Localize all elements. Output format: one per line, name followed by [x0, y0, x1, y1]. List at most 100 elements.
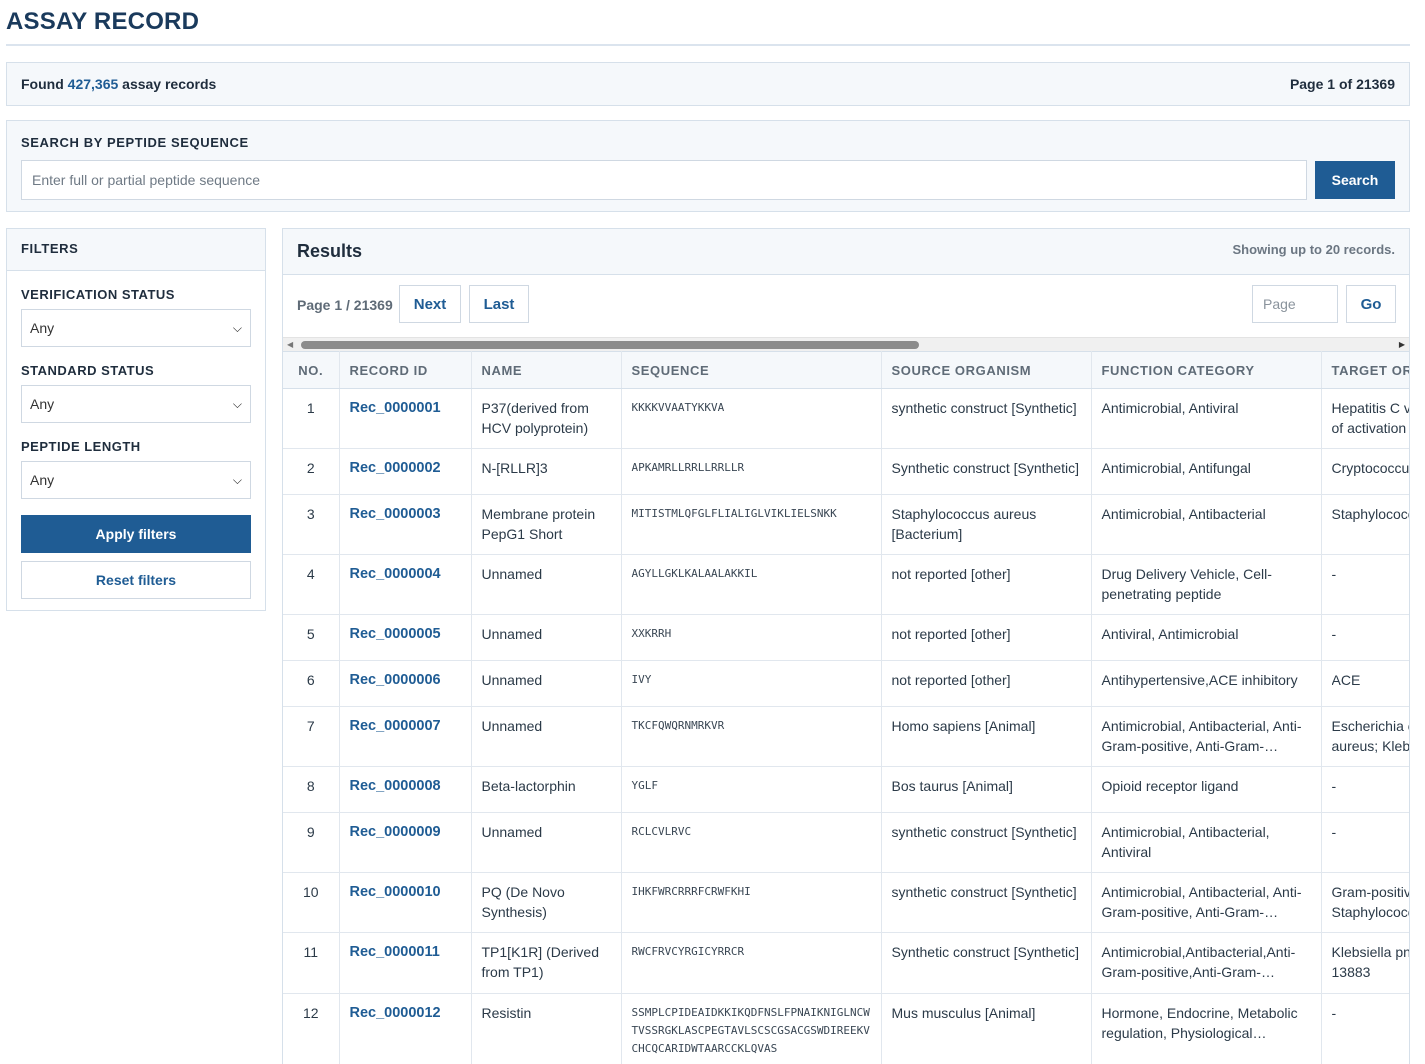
table-row[interactable]: 11 Rec_0000011 TP1[K1R] (Derived from TP1)… — [283, 932, 1410, 994]
cell-no: 6 — [283, 660, 340, 707]
cell-record-id[interactable]: Rec_0000010 — [339, 872, 472, 933]
cell-target: Gram-positiv Staphylococc — [1321, 872, 1410, 933]
column-header-target[interactable]: TARGET OR — [1321, 351, 1409, 389]
target-line: ACE — [1331, 672, 1361, 688]
cell-function-category: Hormone, Endocrine, Metabolic regulation… — [1091, 993, 1322, 1064]
cell-name: Membrane protein PepG1 Short — [471, 494, 622, 555]
column-header-name[interactable]: NAME — [471, 351, 622, 389]
target-line: Staphylococc — [1331, 506, 1410, 522]
results-title: Results — [297, 241, 363, 261]
filter-label: VERIFICATION STATUS — [21, 287, 175, 302]
cell-function-category: Antimicrobial, Antiviral — [1091, 388, 1322, 449]
cell-source-organism: Mus musculus [Animal] — [881, 993, 1092, 1064]
search-button[interactable]: Search — [1315, 161, 1395, 199]
cell-no: 3 — [283, 494, 340, 555]
filters-title: FILTERS — [7, 229, 265, 271]
cell-record-id[interactable]: Rec_0000003 — [339, 494, 472, 555]
peptide-length-select[interactable]: Any ⌵ — [21, 461, 251, 499]
cell-no: 5 — [283, 614, 340, 661]
target-line: Gram-positiv — [1331, 884, 1410, 900]
column-header-source-organism[interactable]: SOURCE ORGANISM — [881, 351, 1092, 389]
scroll-left-icon[interactable]: ◀ — [287, 340, 293, 349]
cell-function-category: Antimicrobial, Antibacterial, Anti-Gram-… — [1091, 706, 1322, 767]
cell-name: P37(derived from HCV polyprotein) — [471, 388, 622, 449]
target-line: aureus; Kleb — [1331, 737, 1410, 754]
cell-function-category: Drug Delivery Vehicle, Cell-penetrating … — [1091, 554, 1322, 615]
go-button[interactable]: Go — [1346, 285, 1396, 323]
cell-target: - — [1321, 614, 1409, 661]
table-row[interactable]: 6 Rec_0000006 Unnamed IVY not reported [othe… — [283, 660, 1409, 707]
table-row[interactable]: 1 Rec_0000001 P37(derived from HCV polypro… — [283, 388, 1409, 449]
cell-target: Hepatitis C v of activation — [1321, 388, 1409, 449]
scrollbar-thumb[interactable] — [301, 341, 919, 349]
table-row[interactable]: 3 Rec_0000003 Membrane protein PepG1 Short… — [283, 494, 1410, 555]
column-header-record-id[interactable]: RECORD ID — [339, 351, 472, 389]
cell-sequence: APKAMRLLRRLLRRLLR — [621, 448, 882, 495]
cell-target: Escherichia c aureus; Kleb — [1321, 706, 1410, 767]
search-label: SEARCH BY PEPTIDE SEQUENCE — [21, 135, 249, 150]
table-row[interactable]: 10 Rec_0000010 PQ (De Novo Synthesis) IHKFW… — [283, 872, 1410, 933]
table-row[interactable]: 9 Rec_0000009 Unnamed RCLCVLRVC synthetic co… — [283, 812, 1409, 873]
table-row[interactable]: 8 Rec_0000008 Beta-lactorphin YGLF Bos tauru… — [283, 766, 1409, 813]
filter-standard-status: STANDARD STATUS Any ⌵ — [7, 363, 265, 423]
cell-record-id[interactable]: Rec_0000011 — [339, 932, 472, 994]
results-note: Showing up to 20 records. — [1232, 242, 1395, 257]
cell-source-organism: Synthetic construct [Synthetic] — [881, 448, 1092, 495]
next-page-button[interactable]: Next — [399, 285, 461, 323]
column-header-sequence[interactable]: SEQUENCE — [621, 351, 882, 389]
apply-filters-button[interactable]: Apply filters — [21, 515, 251, 553]
found-suffix: assay records — [122, 76, 217, 92]
cell-record-id[interactable]: Rec_0000005 — [339, 614, 472, 661]
table-row[interactable]: 4 Rec_0000004 Unnamed AGYLLGKLKALAALAKKIL no… — [283, 554, 1409, 615]
target-line: - — [1331, 824, 1337, 840]
cell-record-id[interactable]: Rec_0000008 — [339, 766, 472, 813]
cell-record-id[interactable]: Rec_0000004 — [339, 554, 472, 615]
chevron-down-icon: ⌵ — [232, 320, 242, 335]
cell-name: Unnamed — [471, 554, 622, 615]
search-input[interactable] — [21, 160, 1307, 200]
search-panel: SEARCH BY PEPTIDE SEQUENCE Search — [6, 120, 1410, 212]
cell-name: Unnamed — [471, 660, 622, 707]
cell-no: 7 — [283, 706, 340, 767]
cell-record-id[interactable]: Rec_0000009 — [339, 812, 472, 873]
cell-name: Unnamed — [471, 812, 622, 873]
last-page-button[interactable]: Last — [469, 285, 529, 323]
cell-source-organism: Bos taurus [Animal] — [881, 766, 1092, 813]
cell-record-id[interactable]: Rec_0000007 — [339, 706, 472, 767]
standard-status-select[interactable]: Any ⌵ — [21, 385, 251, 423]
cell-record-id[interactable]: Rec_0000012 — [339, 993, 472, 1064]
table-row[interactable]: 5 Rec_0000005 Unnamed XXKRRH not reported [o… — [283, 614, 1409, 661]
table-row[interactable]: 12 Rec_0000012 Resistin SSMPLCPIDEAIDKKIKQD… — [283, 993, 1409, 1064]
target-line: - — [1331, 778, 1337, 794]
reset-filters-button[interactable]: Reset filters — [21, 561, 251, 599]
cell-no: 1 — [283, 388, 340, 449]
scroll-right-icon[interactable]: ▶ — [1399, 340, 1405, 349]
pagination: Page 1 / 21369 Next Last Go — [283, 275, 1409, 337]
cell-no: 11 — [283, 932, 340, 994]
cell-record-id[interactable]: Rec_0000001 — [339, 388, 472, 449]
table-row[interactable]: 2 Rec_0000002 N-[RLLR]3 APKAMRLLRRLLRRLLR Sy… — [283, 448, 1409, 495]
select-value: Any — [30, 320, 55, 336]
target-line: Klebsiella pn — [1331, 944, 1410, 960]
cell-record-id[interactable]: Rec_0000006 — [339, 660, 472, 707]
cell-function-category: Antimicrobial,Antibacterial,Anti-Gram-po… — [1091, 932, 1322, 994]
target-line: of activation — [1331, 419, 1407, 436]
search-row: Search — [21, 160, 1395, 200]
cell-function-category: Antiviral, Antimicrobial — [1091, 614, 1322, 661]
cell-record-id[interactable]: Rec_0000002 — [339, 448, 472, 495]
table-row[interactable]: 7 Rec_0000007 Unnamed TKCFQWQRNMRKVR Homo sa… — [283, 706, 1410, 767]
cell-sequence: IHKFWRCRRRFCRWFKHI — [621, 872, 882, 933]
verification-status-select[interactable]: Any ⌵ — [21, 309, 251, 347]
cell-target: Klebsiella pn 13883 — [1321, 932, 1410, 994]
cell-source-organism: Synthetic construct [Synthetic] — [881, 932, 1092, 994]
found-summary: Found 427,365 assay records — [21, 76, 216, 92]
chevron-down-icon: ⌵ — [232, 396, 242, 411]
column-header-function-category[interactable]: FUNCTION CATEGORY — [1091, 351, 1322, 389]
cell-source-organism: synthetic construct [Synthetic] — [881, 388, 1092, 449]
title-divider — [6, 44, 1410, 46]
horizontal-scrollbar[interactable]: ◀ ▶ — [283, 337, 1409, 351]
page-number-input[interactable] — [1252, 285, 1338, 323]
column-header-no[interactable]: NO. — [283, 351, 340, 389]
cell-source-organism: Staphylococcus aureus [Bacterium] — [881, 494, 1092, 555]
cell-sequence: IVY — [621, 660, 882, 707]
